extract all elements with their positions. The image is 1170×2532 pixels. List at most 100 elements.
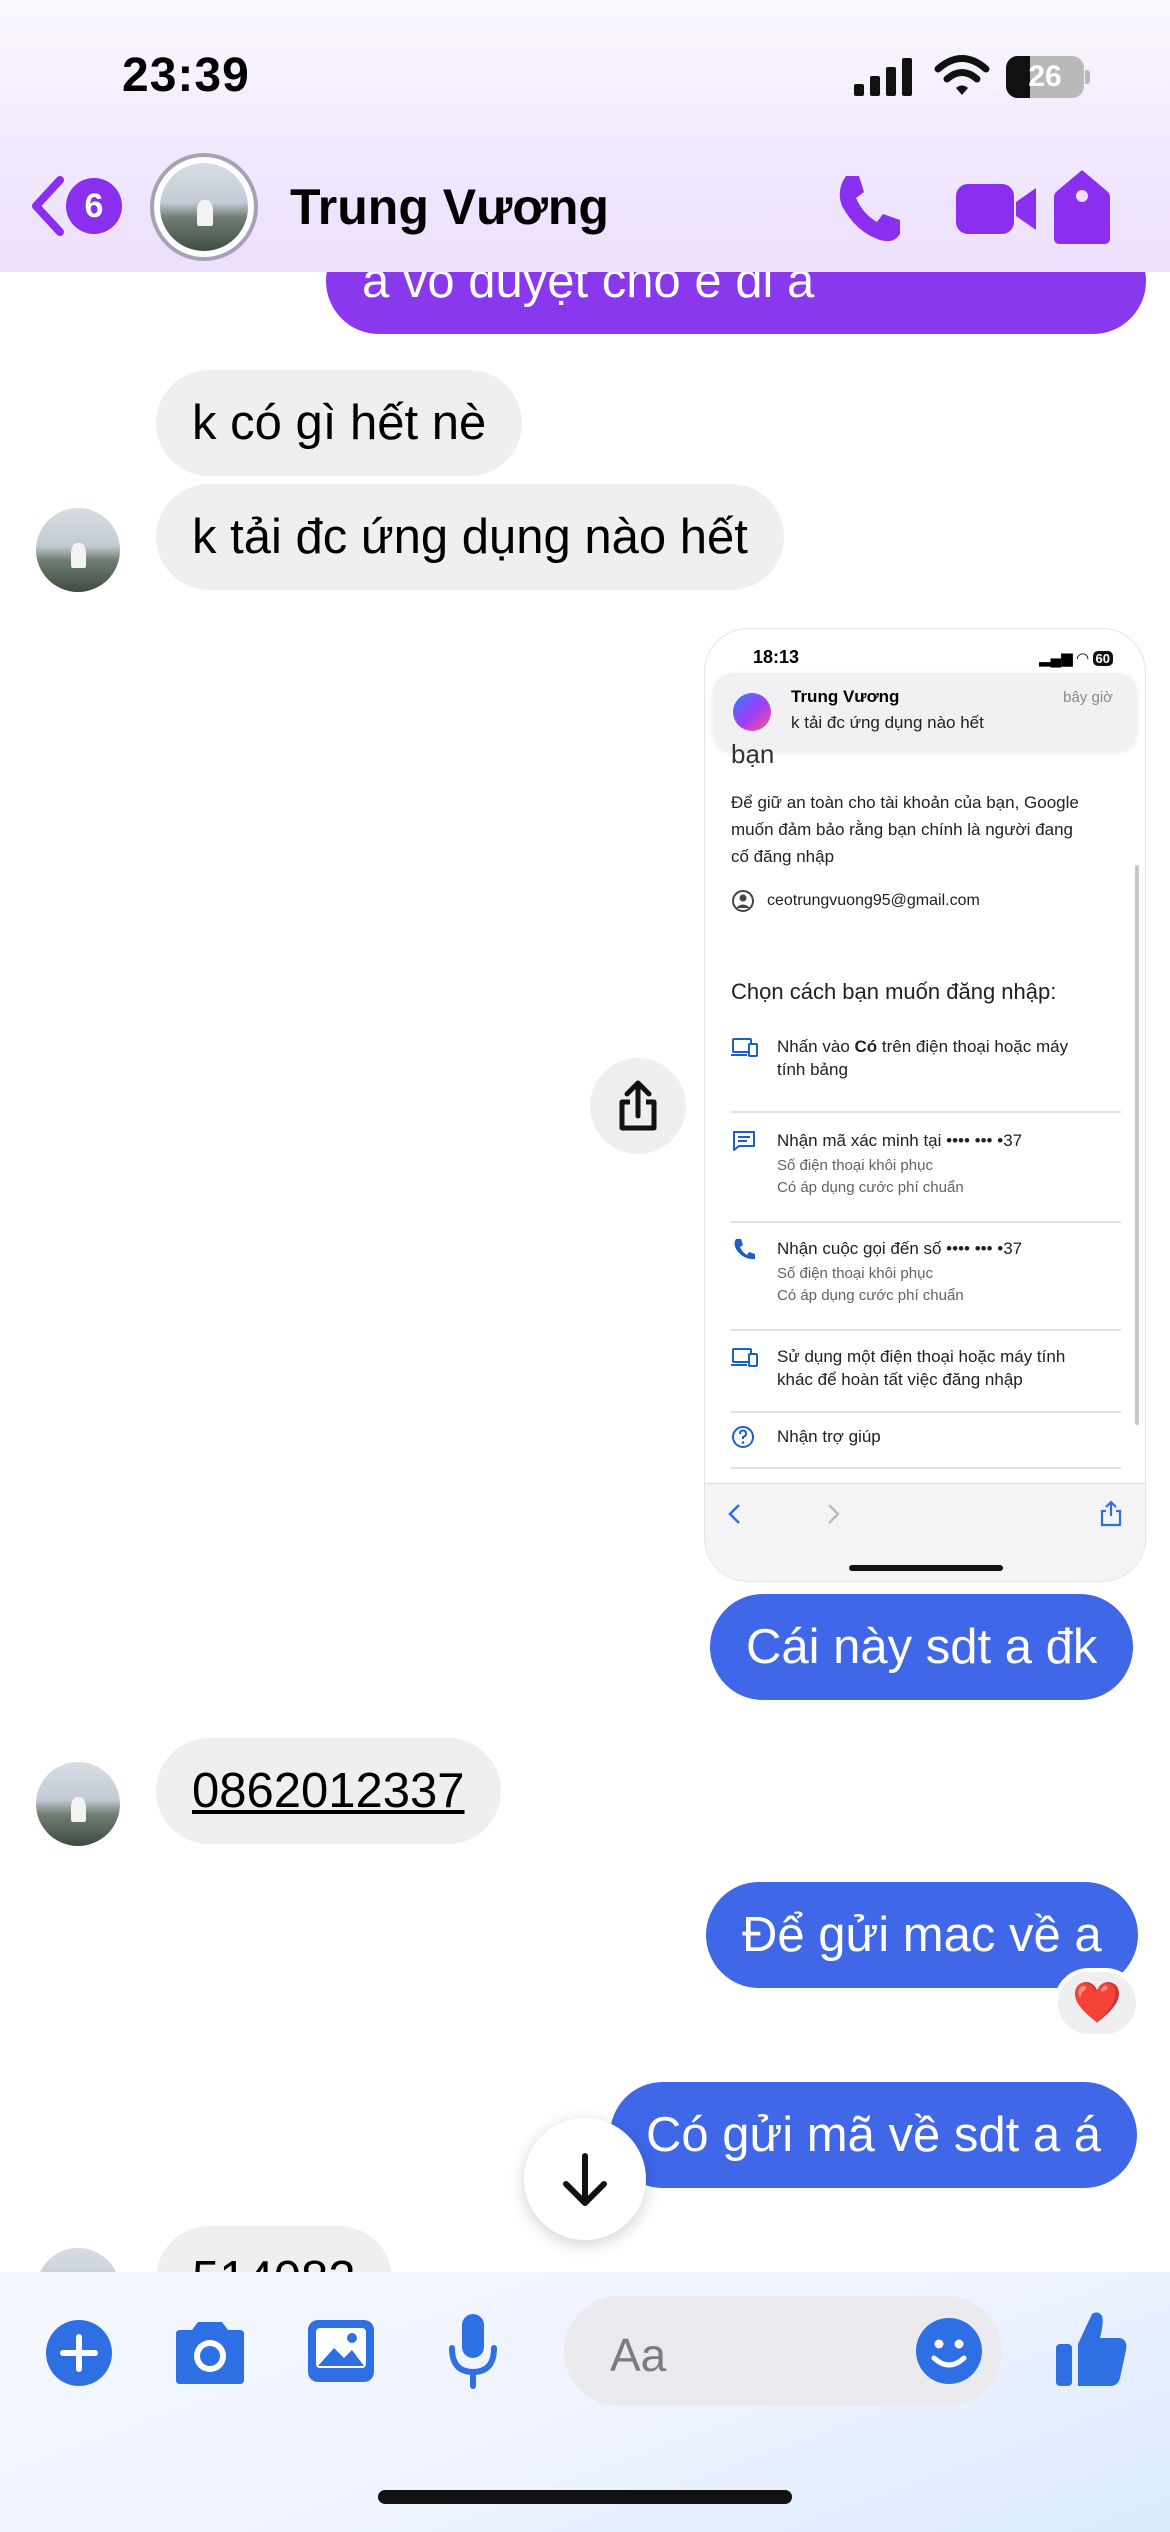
notification-banner: Trung Vương k tải đc ứng dụng nào hết bâ… [713,673,1137,751]
option-other-device: Sử dụng một điện thoại hoặc máy tính khá… [731,1345,1121,1401]
notification-message: k tải đc ứng dụng nào hết [791,713,984,732]
phone-number-link[interactable]: 0862012337 [192,1764,465,1818]
account-circle-icon [732,890,754,912]
shared-screenshot-image[interactable]: 18:13 ▂▄▆ ◠ 60 Trung Vương k tải đc ứng … [704,628,1146,1582]
choose-title: Chọn cách bạn muốn đăng nhập: [731,979,1057,1004]
option-title: Nhận trợ giúp [777,1427,881,1446]
option-help: Nhận trợ giúp [731,1425,1121,1451]
photo-button[interactable] [306,2318,376,2384]
screenshot-status-icons: ▂▄▆ ◠ 60 [1039,649,1113,667]
message-bubble-incoming[interactable]: k có gì hết nè [156,370,523,476]
message-text: Có gửi mã về sdt a á [646,2108,1101,2162]
help-icon [732,1426,754,1448]
microphone-icon [449,2314,497,2389]
notification-title: Trung Vương [791,687,900,706]
emoji-icon[interactable] [914,2316,984,2386]
avatar-photo [196,199,213,227]
avatar-photo [71,1797,87,1823]
intro-line: cố đăng nhập [731,847,835,866]
scrollbar [1135,865,1139,1425]
microphone-button[interactable] [446,2312,500,2392]
option-sub: Có áp dụng cước phí chuẩn [777,1179,964,1196]
screenshot-battery: 60 [1092,651,1113,666]
back-button[interactable]: 6 [22,170,132,240]
wifi-icon [934,55,990,95]
phone-icon [839,176,900,242]
option-title: Nhận cuộc gọi đến số •••• ••• •37 [777,1239,1023,1258]
share-button[interactable] [590,1058,686,1154]
option-sub: Số điện thoại khôi phục [777,1265,933,1282]
camera-icon [176,2322,244,2384]
home-indicator [849,1565,1003,1571]
option-text: Sử dụng một điện thoại hoặc máy tính [777,1347,1066,1366]
intro-line: Để giữ an toàn cho tài khoản của bạn, Go… [731,793,1079,812]
arrow-down-icon [563,2153,607,2206]
battery-indicator: 26 [1006,56,1090,98]
option-tap-yes: Nhấn vào Có trên điện thoại hoặc máy tín… [731,1035,1121,1095]
camera-button[interactable] [170,2318,250,2388]
messenger-icon [733,693,771,731]
screenshot-status-time: 18:13 [753,647,800,667]
message-text: Để gửi mac về a [742,1908,1102,1962]
intro-line: muốn đảm bảo rằng bạn chính là người đan… [731,820,1073,839]
signal-icon: ▂▄▆ [1038,650,1073,667]
account-email: ceotrungvuong95@gmail.com [767,892,980,909]
status-time: 23:39 [122,49,250,102]
tag-icon [1054,170,1110,244]
battery-level: 26 [1028,60,1062,93]
home-indicator [378,2490,792,2504]
like-button[interactable] [1054,2308,1130,2388]
heart-reaction[interactable]: ❤️ [1054,1968,1140,2038]
message-bubble-outgoing[interactable]: Có gửi mã về sdt a á [610,2082,1137,2188]
contact-avatar[interactable] [36,508,120,592]
wifi-icon: ◠ [1076,650,1089,667]
add-button[interactable] [44,2318,114,2388]
phone-icon [734,1239,755,1260]
scroll-to-bottom-button[interactable] [524,2118,646,2240]
option-text-line2: khác để hoàn tất việc đăng nhập [777,1370,1023,1389]
option-sub: Số điện thoại khôi phục [777,1157,933,1174]
share-icon [619,1080,657,1131]
tag-button[interactable] [1052,168,1112,246]
chevron-left-icon [32,176,64,236]
divider [731,1411,1121,1413]
option-sms-code: Nhận mã xác minh tại •••• ••• •37 Số điệ… [731,1129,1121,1205]
divider [731,1111,1121,1113]
divider [731,1467,1121,1469]
notification-time: bây giờ [1063,689,1113,706]
option-sub: Có áp dụng cước phí chuẩn [777,1287,964,1304]
chevron-left-icon [728,1504,740,1524]
message-bubble-incoming[interactable]: k tải đc ứng dụng nào hết [156,484,784,590]
video-call-button[interactable] [956,178,1038,240]
contact-name[interactable]: Trung Vương [290,178,609,236]
divider [731,1221,1121,1223]
screenshot-heading: bạn [731,739,775,769]
devices-icon [731,1348,758,1367]
message-text: k tải đc ứng dụng nào hết [192,510,748,564]
phone-call-button[interactable] [832,172,906,246]
message-text: Cái này sdt a đk [746,1620,1098,1674]
chevron-right-icon [828,1504,840,1524]
header-avatar[interactable] [150,153,258,261]
devices-icon [731,1038,758,1057]
message-bubble-outgoing[interactable]: Cái này sdt a đk [710,1594,1134,1700]
option-text: Nhấn vào Có trên điện thoại hoặc máy [777,1037,1069,1056]
account-row: ceotrungvuong95@gmail.com [731,889,1121,915]
message-input-placeholder: Aa [610,2329,667,2381]
unread-badge: 6 [66,178,122,234]
divider [731,1329,1121,1331]
avatar-photo [71,543,87,569]
heart-icon: ❤️ [1072,1981,1122,2025]
image-icon [308,2320,374,2382]
contact-avatar[interactable] [36,1762,120,1846]
signal-icon [854,58,912,96]
message-text: k có gì hết nè [192,396,487,450]
video-camera-icon [956,184,1036,234]
thumbs-up-icon [1056,2312,1127,2386]
option-text-line2: tính bảng [777,1060,848,1079]
sms-icon [733,1131,755,1151]
option-phone-call: Nhận cuộc gọi đến số •••• ••• •37 Số điệ… [731,1237,1121,1313]
message-bubble-incoming[interactable]: 0862012337 [156,1738,501,1844]
share-icon [1100,1500,1122,1527]
message-input[interactable]: Aa [564,2296,1002,2406]
